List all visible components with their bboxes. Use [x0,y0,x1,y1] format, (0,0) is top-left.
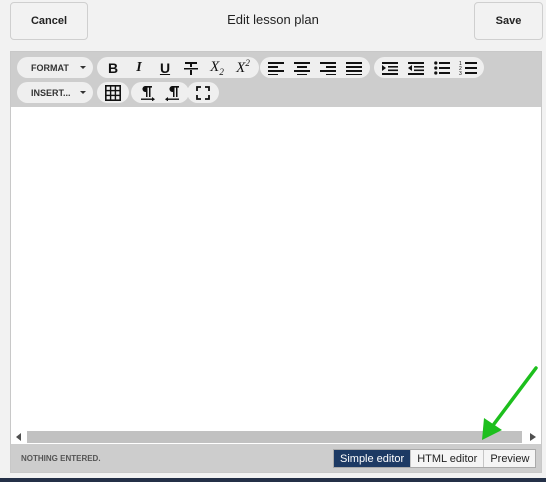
editor-content-area[interactable] [11,107,541,430]
rich-text-editor: FORMAT B I U X2 X2 1 2 3 INSERT... NOTHI… [10,51,542,473]
bold-icon: B [107,59,119,76]
indent-icon [382,61,398,75]
italic-button[interactable]: I [126,57,152,78]
editor-status-bar: NOTHING ENTERED. Simple editor HTML edit… [11,444,541,472]
fullscreen-icon [196,85,210,100]
outdent-icon [408,61,424,75]
fullscreen-group [187,82,219,103]
subscript-icon: X2 [210,58,224,77]
align-right-icon [320,61,336,75]
editor-mode-switch: Simple editor HTML editor Preview [333,449,537,468]
format-dropdown[interactable]: FORMAT [17,57,93,78]
align-left-button[interactable] [263,57,289,78]
svg-text:3: 3 [459,71,462,76]
scrollbar-thumb[interactable] [27,431,522,443]
format-dropdown-label: FORMAT [31,62,69,73]
dialog-header: Cancel Edit lesson plan Save [0,0,546,42]
text-direction-group [131,82,189,103]
numbered-list-icon: 1 2 3 [459,61,477,76]
bullet-list-icon [434,60,450,75]
align-center-button[interactable] [289,57,315,78]
subscript-button[interactable]: X2 [204,57,230,78]
strikethrough-icon [184,61,198,75]
list-indent-group: 1 2 3 [374,57,484,78]
edit-lesson-dialog: Cancel Edit lesson plan Save FORMAT B I … [0,0,546,478]
background-strip [0,478,546,482]
italic-icon: I [136,59,142,75]
editor-toolbar: FORMAT B I U X2 X2 1 2 3 INSERT... [11,52,541,107]
superscript-icon: X2 [236,58,250,76]
scroll-left-arrow-icon[interactable] [12,430,26,444]
align-left-icon [268,61,284,75]
dialog-title: Edit lesson plan [227,12,319,27]
mode-simple-editor[interactable]: Simple editor [334,450,412,467]
text-style-group: B I U X2 X2 [97,57,259,78]
table-icon [105,84,121,101]
fullscreen-button[interactable] [190,82,216,103]
numbered-list-button[interactable]: 1 2 3 [455,57,481,78]
status-text: NOTHING ENTERED. [21,454,101,463]
bold-button[interactable]: B [100,57,126,78]
mode-html-editor[interactable]: HTML editor [411,450,485,467]
underline-button[interactable]: U [152,57,178,78]
align-center-icon [294,61,310,75]
superscript-button[interactable]: X2 [230,57,256,78]
rtl-paragraph-icon [165,85,179,101]
table-group [97,82,129,103]
alignment-group [260,57,370,78]
strikethrough-button[interactable] [178,57,204,78]
justify-icon [346,61,362,75]
insert-dropdown-label: INSERT... [31,87,71,98]
insert-dropdown[interactable]: INSERT... [17,82,93,103]
annotation-arrow-icon [482,366,538,440]
indent-button[interactable] [377,57,403,78]
ltr-button[interactable] [134,82,160,103]
outdent-button[interactable] [403,57,429,78]
rtl-button[interactable] [160,82,186,103]
chevron-down-icon [80,91,86,94]
underline-icon: U [159,59,171,76]
ltr-paragraph-icon [141,85,155,101]
horizontal-scrollbar[interactable] [11,430,541,444]
save-button[interactable]: Save [474,2,543,40]
chevron-down-icon [80,66,86,69]
align-right-button[interactable] [315,57,341,78]
justify-button[interactable] [341,57,367,78]
bullet-list-button[interactable] [429,57,455,78]
mode-preview[interactable]: Preview [484,450,535,467]
insert-table-button[interactable] [100,82,126,103]
